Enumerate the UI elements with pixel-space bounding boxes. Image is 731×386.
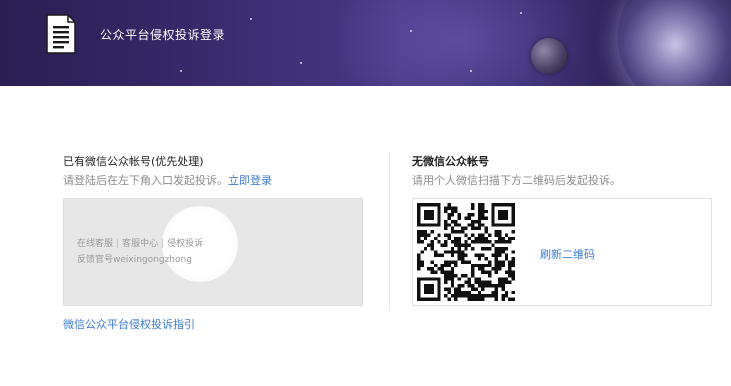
section-desc-no-account: 请用个人微信扫描下方二维码后发起投诉。: [412, 174, 621, 187]
menu-preview-image: 在线客服 | 客服中心 | 侵权投诉 反馈官号weixingongzhong: [63, 198, 363, 306]
column-divider: [389, 152, 390, 310]
section-desc-has-account: 请登陆后在左下角入口发起投诉。立即登录: [63, 173, 363, 189]
qr-complaint-section: 无微信公众帐号 请用个人微信扫描下方二维码后发起投诉。 刷新二维码: [412, 154, 712, 306]
section-title-no-account: 无微信公众帐号: [412, 155, 489, 168]
menu-separator: |: [116, 239, 120, 249]
qr-code-icon: [417, 203, 515, 301]
preview-item-complaint: 侵权投诉: [167, 239, 204, 249]
qr-panel: 刷新二维码: [412, 198, 712, 306]
login-now-link[interactable]: 立即登录: [228, 174, 272, 187]
star-decoration: [250, 18, 252, 20]
menu-separator: |: [161, 239, 165, 249]
login-instruction: 请登陆后在左下角入口发起投诉。: [63, 174, 228, 187]
section-title-has-account: 已有微信公众帐号(优先处理): [63, 155, 204, 168]
planet-large-decoration: [618, 0, 731, 86]
refresh-qr-link[interactable]: 刷新二维码: [540, 246, 595, 262]
preview-item-service-center: 客服中心: [122, 239, 159, 249]
star-decoration: [300, 62, 302, 64]
star-decoration: [180, 70, 182, 72]
account-login-section: 已有微信公众帐号(优先处理) 请登陆后在左下角入口发起投诉。立即登录 在线客服 |…: [63, 154, 363, 331]
star-decoration: [410, 30, 412, 32]
preview-menu-line: 在线客服 | 客服中心 | 侵权投诉: [77, 236, 203, 249]
complaint-guide-link[interactable]: 微信公众平台侵权投诉指引: [63, 316, 195, 332]
preview-item-online-service: 在线客服: [77, 239, 114, 249]
planet-small-decoration: [531, 38, 567, 74]
preview-account-line: 反馈官号weixingongzhong: [77, 255, 192, 265]
page-title: 公众平台侵权投诉登录: [100, 28, 226, 42]
document-icon: [46, 14, 76, 54]
star-decoration: [470, 70, 472, 72]
header-banner: 公众平台侵权投诉登录: [0, 0, 731, 86]
star-decoration: [520, 12, 522, 14]
